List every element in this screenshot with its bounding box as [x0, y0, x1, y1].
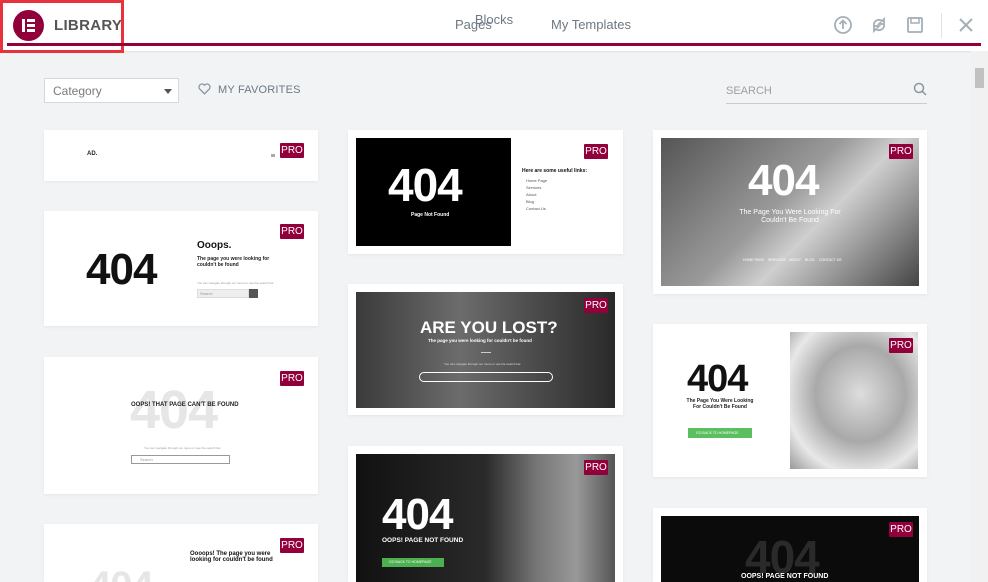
tab-blocks[interactable]: Blocks — [0, 0, 981, 53]
template-preview-image: 404 OOPS! PAGE NOT FOUND — [661, 516, 919, 582]
template-card[interactable]: ARE YOU LOST? The page you were looking … — [348, 284, 623, 415]
search-input[interactable] — [726, 80, 906, 102]
search-field — [726, 80, 927, 104]
active-tab-indicator — [7, 43, 981, 46]
template-preview-search: Search — [197, 289, 249, 298]
template-preview-link: Contact Us — [526, 206, 546, 211]
close-icon[interactable] — [956, 15, 976, 35]
save-icon[interactable] — [905, 15, 925, 35]
header-divider — [941, 13, 942, 38]
pro-badge: PRO — [280, 224, 304, 239]
template-card[interactable]: 404 OOPS! THAT PAGE CAN'T BE FOUND You c… — [44, 357, 318, 494]
template-preview-sub: The page you were looking for couldn't b… — [197, 256, 270, 268]
template-preview-link: Blog — [526, 199, 535, 204]
category-label: Category — [53, 84, 102, 98]
pro-badge: PRO — [280, 143, 304, 158]
template-preview-404: 404 — [130, 380, 218, 440]
chevron-down-icon — [164, 89, 172, 94]
pro-badge: PRO — [584, 144, 608, 159]
template-card[interactable]: 404 Page Not Found Here are some useful … — [348, 130, 623, 254]
template-preview-hint: You can navigate through our menu or use… — [144, 446, 221, 450]
upload-icon[interactable] — [833, 15, 853, 35]
scrollbar[interactable] — [971, 51, 988, 582]
search-icon[interactable] — [913, 82, 927, 96]
template-preview-hint: You can navigate through our menu or use… — [197, 281, 274, 285]
template-preview-button: GO BACK TO HOMEPAGE — [688, 428, 752, 438]
scrollbar-thumb[interactable] — [975, 68, 984, 88]
template-preview-link: About — [526, 192, 537, 197]
pro-badge: PRO — [280, 371, 304, 386]
template-preview-404: 404 — [89, 564, 154, 582]
template-preview-text: AD. — [87, 151, 98, 157]
template-preview-image: ARE YOU LOST? The page you were looking … — [356, 292, 615, 408]
template-preview-links-title: Here are some useful links: — [522, 168, 588, 174]
pro-badge: PRO — [889, 144, 913, 159]
pro-badge: PRO — [584, 460, 608, 475]
template-preview-404: 404 — [687, 358, 748, 400]
template-preview-sub: The Page You Were Looking For Couldn't B… — [686, 398, 754, 410]
template-card[interactable]: 404 Ooops. The page you were looking for… — [44, 211, 318, 326]
heart-icon — [198, 83, 211, 95]
template-preview-search-button — [249, 289, 258, 298]
template-preview-search: Search — [131, 455, 230, 464]
template-preview-heading: Oooops! The page you were looking for co… — [190, 551, 273, 563]
template-preview-image: 404 The Page You Were Looking For Couldn… — [661, 138, 919, 286]
template-card[interactable]: 404 The Page You Were Looking For Couldn… — [653, 324, 927, 477]
tab-pages[interactable]: Pages — [455, 17, 492, 32]
template-card[interactable]: 404 The Page You Were Looking For Couldn… — [653, 130, 927, 294]
library-header: LIBRARY Blocks Pages My Templates — [0, 0, 988, 53]
template-preview-menu — [271, 154, 275, 157]
template-preview-heading: OOPS! THAT PAGE CAN'T BE FOUND — [131, 402, 239, 408]
pro-badge: PRO — [889, 522, 913, 537]
template-card[interactable]: AD. PRO — [44, 130, 318, 181]
template-preview-image: 404 OOPS! PAGE NOT FOUND GO BACK TO HOME… — [356, 454, 615, 582]
favorites-label: MY FAVORITES — [218, 84, 301, 96]
template-preview-heading: Ooops. — [197, 240, 232, 251]
template-preview-image: 404 Page Not Found — [356, 138, 511, 246]
pro-badge: PRO — [584, 298, 608, 313]
category-select[interactable]: Category — [44, 78, 179, 103]
sync-icon[interactable] — [869, 15, 889, 35]
tab-my-templates[interactable]: My Templates — [551, 17, 631, 32]
template-preview-link: Services — [526, 185, 542, 190]
template-preview-404: 404 — [86, 245, 157, 294]
pro-badge: PRO — [280, 538, 304, 553]
template-preview-link: Home Page — [526, 178, 548, 183]
template-card[interactable]: 404 OOPS! PAGE NOT FOUND GO BACK TO HOME… — [348, 446, 623, 582]
template-card[interactable]: 404 OOPS! PAGE NOT FOUND PRO — [653, 508, 927, 582]
pro-badge: PRO — [889, 338, 913, 353]
template-card[interactable]: Oooops! The page you were looking for co… — [44, 524, 318, 582]
